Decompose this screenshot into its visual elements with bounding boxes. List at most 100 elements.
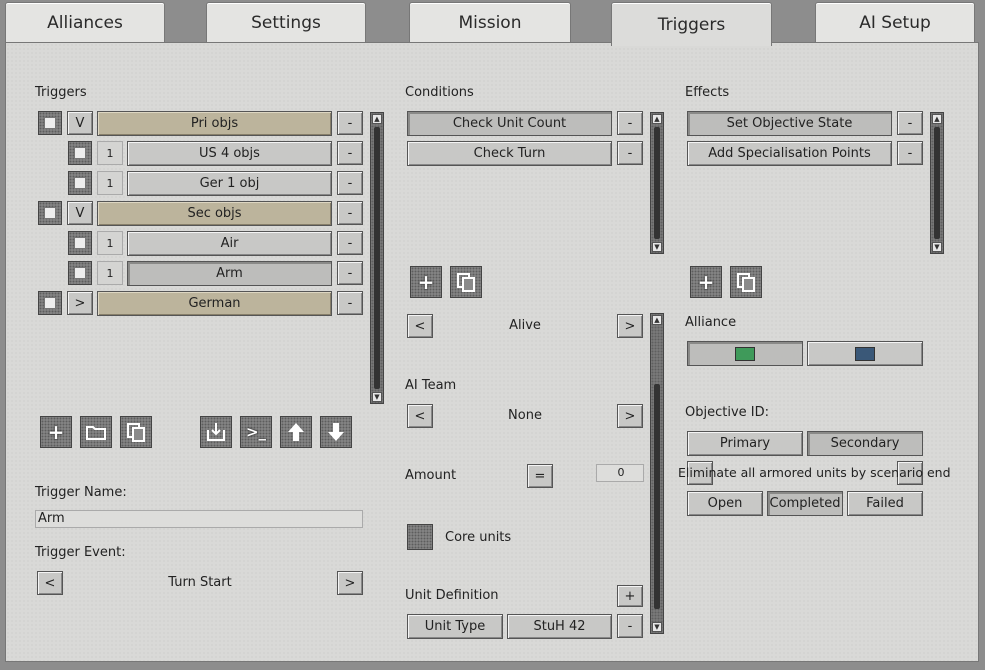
triggers-heading: Triggers — [35, 85, 87, 100]
state-open-button[interactable]: Open — [687, 491, 763, 516]
effect-item-selected[interactable]: Set Objective State — [687, 111, 892, 136]
amount-operator-button[interactable]: = — [527, 464, 553, 488]
trigger-event-value: Turn Start — [168, 575, 232, 590]
scroll-thumb[interactable] — [934, 127, 940, 239]
state-failed-button[interactable]: Failed — [847, 491, 923, 516]
trigger-toggle[interactable]: V — [67, 111, 93, 135]
trigger-item[interactable]: US 4 objs — [127, 141, 332, 166]
conditions-scrollbar[interactable]: ▲ ▼ — [650, 112, 664, 254]
trigger-item-selected[interactable]: Arm — [127, 261, 332, 286]
state-prev-button[interactable]: < — [407, 314, 433, 338]
scroll-down-icon[interactable]: ▼ — [372, 392, 382, 402]
arrow-up-icon[interactable] — [280, 416, 312, 448]
trigger-item[interactable]: German — [97, 291, 332, 316]
condition-item-selected[interactable]: Check Unit Count — [407, 111, 612, 136]
scroll-up-icon[interactable]: ▲ — [372, 114, 382, 124]
remove-trigger-button[interactable]: - — [337, 231, 363, 255]
add-icon[interactable]: + — [690, 266, 722, 298]
remove-trigger-button[interactable]: - — [337, 261, 363, 285]
unit-type-button[interactable]: Unit Type — [407, 614, 503, 639]
unit-type-value[interactable]: StuH 42 — [507, 614, 612, 639]
trigger-checkbox[interactable] — [38, 111, 62, 135]
ai-team-next-button[interactable]: > — [617, 404, 643, 428]
copy-icon[interactable] — [730, 266, 762, 298]
core-units-label: Core units — [445, 530, 512, 545]
scroll-up-icon[interactable]: ▲ — [932, 114, 942, 124]
scroll-thumb[interactable] — [654, 384, 660, 609]
remove-unit-definition-button[interactable]: - — [617, 614, 643, 638]
remove-trigger-button[interactable]: - — [337, 291, 363, 315]
amount-label: Amount — [405, 468, 457, 483]
remove-effect-button[interactable]: - — [897, 141, 923, 165]
amount-field[interactable]: 0 — [596, 464, 644, 482]
tab-settings[interactable]: Settings — [206, 2, 366, 42]
tab-triggers[interactable]: Triggers — [611, 2, 772, 46]
condition-details-scrollbar[interactable]: ▲ ▼ — [650, 313, 664, 634]
trigger-item[interactable]: Sec objs — [97, 201, 332, 226]
remove-trigger-button[interactable]: - — [337, 201, 363, 225]
remove-condition-button[interactable]: - — [617, 111, 643, 135]
unit-state-value: Alive — [509, 318, 541, 333]
objective-primary-button[interactable]: Primary — [687, 431, 803, 456]
condition-item[interactable]: Check Turn — [407, 141, 612, 166]
tab-mission[interactable]: Mission — [409, 2, 571, 42]
effect-item[interactable]: Add Specialisation Points — [687, 141, 892, 166]
scroll-up-icon[interactable]: ▲ — [652, 315, 662, 325]
objective-id-label: Objective ID: — [685, 405, 769, 420]
arrow-down-icon[interactable] — [320, 416, 352, 448]
alliance-label: Alliance — [685, 315, 737, 330]
state-completed-button[interactable]: Completed — [767, 491, 843, 516]
trigger-name-label: Trigger Name: — [35, 485, 127, 500]
trigger-toggle[interactable]: V — [67, 201, 93, 225]
ai-team-label: AI Team — [405, 378, 457, 393]
remove-trigger-button[interactable]: - — [337, 171, 363, 195]
remove-effect-button[interactable]: - — [897, 111, 923, 135]
trigger-toggle[interactable]: > — [67, 291, 93, 315]
objective-secondary-button[interactable]: Secondary — [807, 431, 923, 456]
remove-trigger-button[interactable]: - — [337, 141, 363, 165]
unit-definition-label: Unit Definition — [405, 588, 499, 603]
add-icon[interactable]: + — [410, 266, 442, 298]
ai-team-value: None — [508, 408, 542, 423]
remove-trigger-button[interactable]: - — [337, 111, 363, 135]
scroll-up-icon[interactable]: ▲ — [652, 114, 662, 124]
folder-icon[interactable] — [80, 416, 112, 448]
conditions-heading: Conditions — [405, 85, 474, 100]
remove-condition-button[interactable]: - — [617, 141, 643, 165]
add-unit-definition-button[interactable]: + — [617, 585, 643, 607]
scroll-down-icon[interactable]: ▼ — [932, 242, 942, 252]
console-icon[interactable]: >_ — [240, 416, 272, 448]
trigger-checkbox[interactable] — [38, 201, 62, 225]
trigger-checkbox[interactable] — [68, 261, 92, 285]
trigger-item[interactable]: Pri objs — [97, 111, 332, 136]
scroll-down-icon[interactable]: ▼ — [652, 622, 662, 632]
trigger-checkbox[interactable] — [38, 291, 62, 315]
effects-scrollbar[interactable]: ▲ ▼ — [930, 112, 944, 254]
scroll-thumb[interactable] — [374, 127, 380, 389]
event-prev-button[interactable]: < — [37, 571, 63, 595]
trigger-item[interactable]: Ger 1 obj — [127, 171, 332, 196]
alliance-1-button[interactable] — [687, 341, 803, 366]
trigger-checkbox[interactable] — [68, 171, 92, 195]
scroll-thumb[interactable] — [654, 127, 660, 239]
trigger-checkbox[interactable] — [68, 231, 92, 255]
copy-icon[interactable] — [120, 416, 152, 448]
ai-team-prev-button[interactable]: < — [407, 404, 433, 428]
triggers-scrollbar[interactable]: ▲ ▼ — [370, 112, 384, 404]
trigger-name-field[interactable]: Arm — [35, 510, 363, 528]
copy-icon[interactable] — [450, 266, 482, 298]
tab-ai-setup[interactable]: AI Setup — [815, 2, 975, 42]
trigger-checkbox[interactable] — [68, 141, 92, 165]
add-icon[interactable]: + — [40, 416, 72, 448]
core-units-checkbox[interactable] — [407, 524, 433, 550]
alliance-2-button[interactable] — [807, 341, 923, 366]
tab-alliances[interactable]: Alliances — [5, 2, 165, 42]
scroll-down-icon[interactable]: ▼ — [652, 242, 662, 252]
trigger-item[interactable]: Air — [127, 231, 332, 256]
trigger-order: 1 — [97, 231, 123, 255]
state-next-button[interactable]: > — [617, 314, 643, 338]
event-next-button[interactable]: > — [337, 571, 363, 595]
alliance-1-swatch — [735, 346, 755, 361]
import-icon[interactable] — [200, 416, 232, 448]
objective-text: Eliminate all armored units by scenario … — [678, 465, 951, 480]
